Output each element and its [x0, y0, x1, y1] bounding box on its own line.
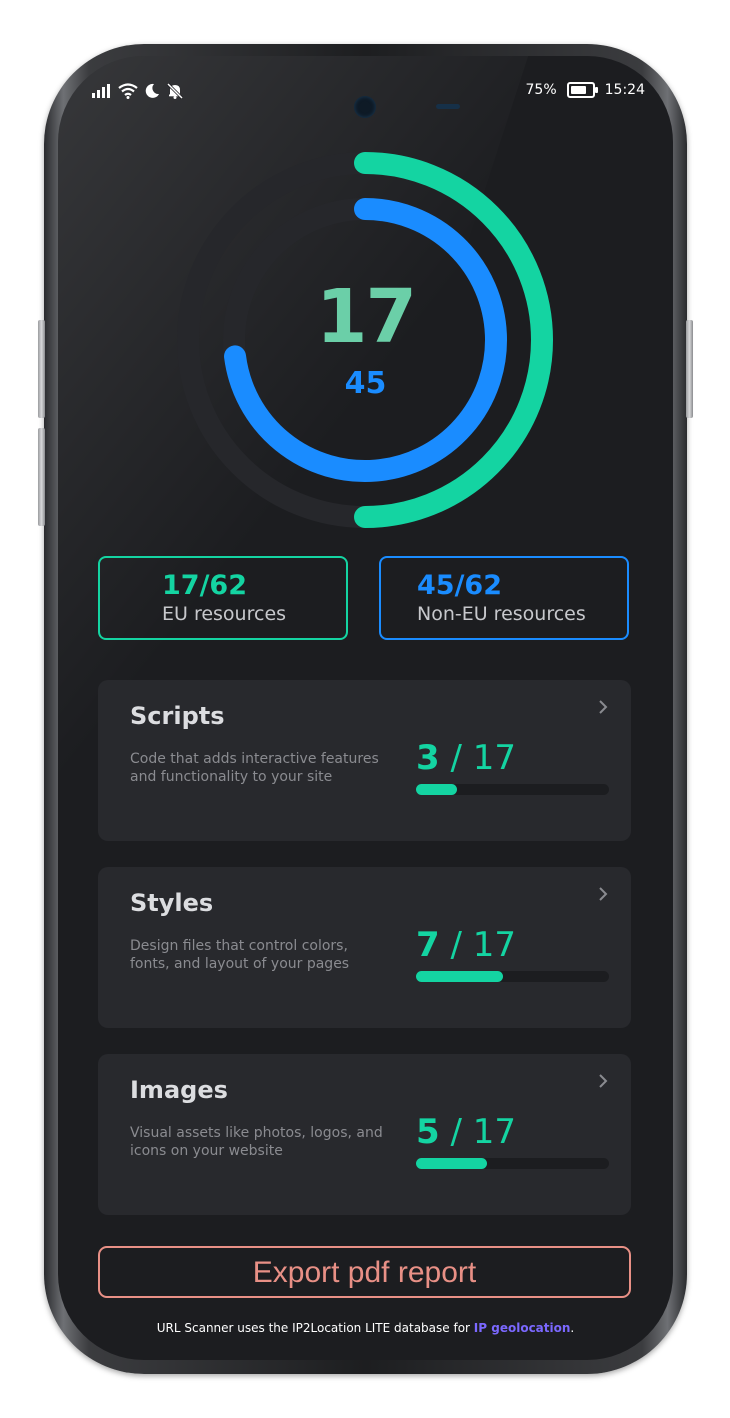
category-count: 5 / 17 [416, 1112, 516, 1152]
resource-gauge: 17 45 [58, 56, 673, 556]
category-count-total: 17 [472, 925, 517, 965]
category-count-value: 7 [416, 925, 440, 965]
side-button-right [686, 320, 693, 418]
footer-text: URL Scanner uses the IP2Location LITE da… [156, 1321, 474, 1335]
progress-track [416, 971, 609, 982]
progress-fill [416, 1158, 488, 1169]
app-screen: 75% 15:24 17 45 17/62 EU resources 45/62… [58, 56, 673, 1360]
category-card-styles[interactable]: Styles Design files that control colors,… [98, 867, 631, 1028]
category-count-total: 17 [472, 1112, 517, 1152]
category-count-separator: / [450, 738, 462, 778]
chevron-right-icon[interactable] [597, 700, 609, 714]
progress-track [416, 784, 609, 795]
non-eu-count-center: 45 [344, 366, 387, 401]
category-count-value: 5 [416, 1112, 440, 1152]
chevron-right-icon[interactable] [597, 1074, 609, 1088]
category-count-total: 17 [472, 738, 517, 778]
category-count-value: 3 [416, 738, 440, 778]
eu-resources-box: 17/62 EU resources [98, 556, 348, 640]
export-pdf-button[interactable]: Export pdf report [98, 1246, 631, 1298]
ip-geolocation-link[interactable]: IP geolocation [474, 1321, 571, 1335]
category-description: Code that adds interactive features and … [130, 751, 379, 785]
side-button-left-lower [38, 428, 45, 526]
category-description: Visual assets like photos, logos, and ic… [130, 1125, 383, 1159]
category-card-scripts[interactable]: Scripts Code that adds interactive featu… [98, 680, 631, 841]
progress-fill [416, 971, 503, 982]
progress-fill [416, 784, 457, 795]
non-eu-resources-value: 45/62 [417, 570, 503, 601]
non-eu-resources-label: Non-EU resources [417, 603, 586, 625]
category-title: Styles [130, 889, 214, 917]
footer-attribution: URL Scanner uses the IP2Location LITE da… [58, 1321, 673, 1335]
side-button-left-upper [38, 320, 45, 418]
category-card-images[interactable]: Images Visual assets like photos, logos,… [98, 1054, 631, 1215]
non-eu-resources-box: 45/62 Non-EU resources [379, 556, 629, 640]
progress-track [416, 1158, 609, 1169]
category-count: 7 / 17 [416, 925, 516, 965]
category-title: Images [130, 1076, 228, 1104]
eu-count-center: 17 [316, 274, 417, 360]
eu-resources-label: EU resources [162, 603, 287, 625]
chevron-right-icon[interactable] [597, 887, 609, 901]
footer-end: . [570, 1321, 575, 1335]
eu-resources-value: 17/62 [162, 570, 248, 601]
category-count-separator: / [450, 925, 462, 965]
category-title: Scripts [130, 702, 225, 730]
category-description: Design files that control colors, fonts,… [130, 938, 350, 972]
category-count: 3 / 17 [416, 738, 516, 778]
category-count-separator: / [450, 1112, 462, 1152]
